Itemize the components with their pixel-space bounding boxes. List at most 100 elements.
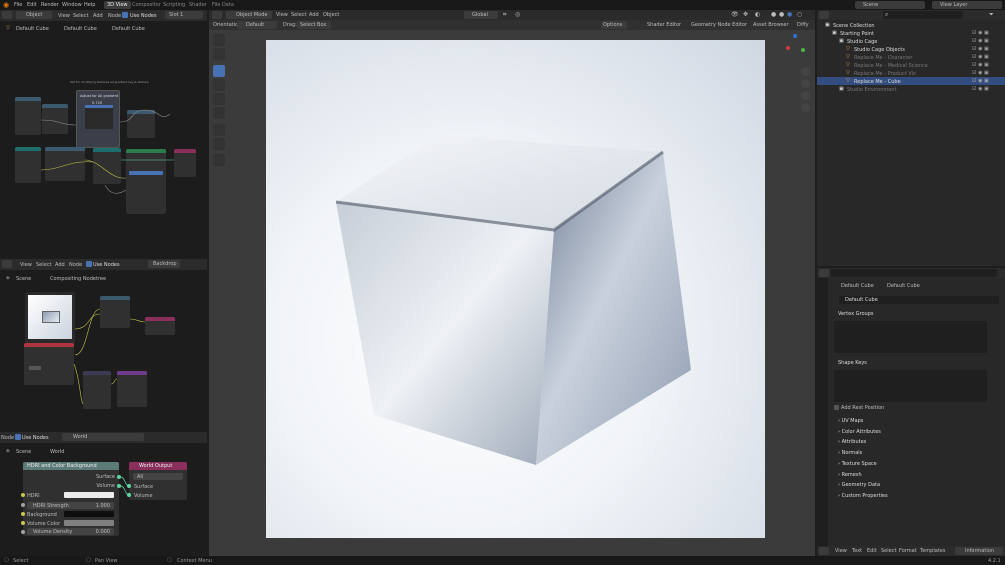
viewport-editor-type[interactable]	[212, 11, 222, 19]
gizmo-icon[interactable]: ✥	[743, 11, 748, 18]
outliner-item[interactable]: ▣ Studio Cage ☑ ◉ ▣	[817, 37, 1005, 45]
visibility-toggle-icon[interactable]: ☑ ◉ ▣	[972, 29, 989, 37]
tab-shader[interactable]: Shader	[186, 1, 210, 9]
outliner[interactable]: ⌕ ⏷ ▣ Scene Collection ▣ Starting Point ☑ ◉ …	[817, 10, 1005, 266]
tab-file-data[interactable]: File Data	[209, 1, 237, 9]
properties-section-header[interactable]: › Normals	[838, 450, 862, 456]
shading-wire-icon[interactable]: ○	[797, 11, 802, 18]
filter-icon[interactable]: ⏷	[989, 11, 994, 19]
annotate-tool-icon[interactable]	[213, 124, 225, 136]
rotate-tool-icon[interactable]	[213, 79, 225, 91]
vertex-groups-header[interactable]: Vertex Groups	[838, 311, 874, 317]
pan-icon[interactable]	[801, 79, 810, 88]
text-menu-select[interactable]: Select	[881, 548, 896, 554]
visibility-toggle-icon[interactable]: ☑ ◉ ▣	[972, 85, 989, 93]
shading-rendered-icon[interactable]: ●	[787, 11, 792, 18]
menu-render[interactable]: Render	[41, 2, 59, 8]
navigation-gizmo[interactable]	[781, 32, 809, 60]
text-editor-type[interactable]	[819, 547, 829, 555]
text-datablock[interactable]: Information	[955, 547, 1003, 555]
scene-selector[interactable]: Scene	[855, 1, 925, 9]
perspective-icon[interactable]	[801, 103, 810, 112]
properties-editor[interactable]: Default Cube Default Cube Default Cube V…	[817, 268, 1005, 546]
cursor-tool-icon[interactable]	[213, 48, 225, 60]
menu-window[interactable]: Window	[62, 2, 82, 8]
tab-3d-view[interactable]: 3D View	[104, 1, 131, 9]
visibility-toggle-icon[interactable]: ☑ ◉ ▣	[972, 61, 989, 69]
menu-file[interactable]: File	[14, 2, 22, 8]
gizmo-y-axis[interactable]	[801, 48, 805, 52]
outliner-item[interactable]: ▣ Scene Collection	[817, 21, 1005, 29]
gizmo-x-axis[interactable]	[786, 46, 790, 50]
properties-section-header[interactable]: › Geometry Data	[838, 482, 880, 488]
view-layer-selector[interactable]: View Layer	[932, 1, 1002, 9]
options-button[interactable]: Options	[601, 21, 627, 29]
camera-view-icon[interactable]	[801, 91, 810, 100]
transform-tool-icon[interactable]	[213, 107, 225, 119]
proportional-icon[interactable]: ◎	[515, 11, 520, 18]
shape-keys-header[interactable]: Shape Keys	[838, 360, 867, 366]
scale-tool-icon[interactable]	[213, 93, 225, 105]
transform-orientation[interactable]: Global	[464, 11, 498, 19]
tab-compositor[interactable]: Compositor	[129, 1, 164, 9]
properties-search[interactable]	[831, 269, 997, 277]
add-cube-tool-icon[interactable]	[213, 154, 225, 166]
text-menu-view[interactable]: View	[835, 548, 847, 554]
outliner-item[interactable]: ▽ Replace Me - Character ☑ ◉ ▣	[817, 53, 1005, 61]
add-rest-position-checkbox[interactable]	[834, 405, 839, 410]
menu-help[interactable]: Help	[84, 2, 95, 8]
outliner-item[interactable]: ▣ Studio Environment ☑ ◉ ▣	[817, 85, 1005, 93]
vertex-groups-list[interactable]	[834, 321, 987, 353]
default-cube[interactable]	[266, 40, 765, 538]
measure-tool-icon[interactable]	[213, 138, 225, 150]
viewport-3d[interactable]: Object Mode View Select Add Object Globa…	[209, 10, 815, 556]
world-shader-editor[interactable]: Node Use Nodes World ◈ Scene World HDRI …	[0, 432, 207, 556]
geometry-node-editor[interactable]: Object View Select Add Node Use Nodes Sl…	[0, 10, 207, 258]
outliner-item[interactable]: ▽ Replace Me - Medical Science ☑ ◉ ▣	[817, 61, 1005, 69]
geometry-node-editor-button[interactable]: Geometry Node Editor	[691, 22, 747, 28]
text-menu-edit[interactable]: Edit	[867, 548, 877, 554]
drag-dropdown[interactable]: Select Box	[297, 21, 331, 29]
outliner-item[interactable]: ▽ Studio Cage Objects ☑ ◉ ▣	[817, 45, 1005, 53]
vp-menu-add[interactable]: Add	[309, 12, 319, 18]
text-menu-templates[interactable]: Templates	[920, 548, 945, 554]
shape-keys-list[interactable]	[834, 370, 987, 402]
outliner-editor-type[interactable]	[819, 11, 829, 19]
vp-menu-view[interactable]: View	[276, 12, 288, 18]
tab-scripting[interactable]: Scripting	[160, 1, 188, 9]
properties-section-header[interactable]: › UV Maps	[838, 418, 863, 424]
outliner-item[interactable]: ▽ Replace Me - Product Viz ☑ ◉ ▣	[817, 69, 1005, 77]
text-menu-format[interactable]: Format	[899, 548, 917, 554]
menu-edit[interactable]: Edit	[27, 2, 37, 8]
properties-section-header[interactable]: › Custom Properties	[838, 493, 888, 499]
vp-menu-select[interactable]: Select	[291, 12, 306, 18]
select-tool-icon[interactable]	[213, 34, 225, 46]
visibility-toggle-icon[interactable]: ☑ ◉ ▣	[972, 69, 989, 77]
mesh-name-field[interactable]: Default Cube	[839, 296, 999, 304]
shading-solid-icon[interactable]: ●	[771, 11, 776, 18]
visibility-toggle-icon[interactable]: ☑ ◉ ▣	[972, 37, 989, 45]
orientation-dropdown[interactable]: Default	[237, 21, 277, 29]
visibility-icon[interactable]: 👁	[731, 11, 739, 18]
text-menu-text[interactable]: Text	[852, 548, 862, 554]
properties-section-header[interactable]: › Remesh	[838, 472, 862, 478]
gizmo-z-axis[interactable]	[793, 34, 797, 38]
properties-section-header[interactable]: › Color Attributes	[838, 429, 881, 435]
shader-editor-button[interactable]: Shader Editor	[647, 22, 681, 28]
object-mode-dropdown[interactable]: Object Mode	[226, 11, 272, 19]
outliner-search[interactable]: ⌕	[883, 11, 963, 19]
diffy-button[interactable]: Diffy	[797, 22, 809, 28]
properties-editor-type[interactable]	[819, 269, 829, 277]
outliner-item[interactable]: ▣ Starting Point ☑ ◉ ▣	[817, 29, 1005, 37]
visibility-toggle-icon[interactable]: ☑ ◉ ▣	[972, 45, 989, 53]
move-tool-icon[interactable]	[213, 65, 225, 77]
outliner-item[interactable]: ▽ Replace Me - Cube ☑ ◉ ▣	[817, 77, 1005, 85]
visibility-toggle-icon[interactable]: ☑ ◉ ▣	[972, 53, 989, 61]
properties-section-header[interactable]: › Attributes	[838, 439, 866, 445]
blender-logo-icon[interactable]: ◉	[3, 1, 9, 9]
overlay-icon[interactable]: ◐	[755, 11, 760, 18]
zoom-icon[interactable]	[801, 67, 810, 76]
visibility-toggle-icon[interactable]: ☑ ◉ ▣	[972, 77, 989, 85]
shading-material-icon[interactable]: ●	[779, 11, 784, 18]
properties-section-header[interactable]: › Texture Space	[838, 461, 877, 467]
